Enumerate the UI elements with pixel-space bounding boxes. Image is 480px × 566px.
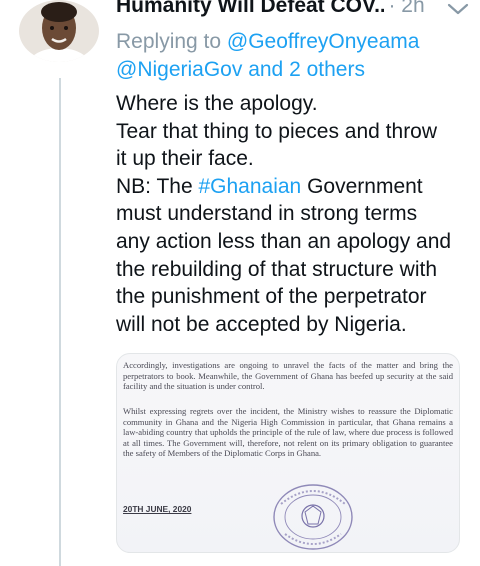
document-paragraph: Whilst expressing regrets over the incid… (123, 406, 453, 459)
tweet-line: will not be accepted by Nigeria. (116, 312, 407, 336)
replying-to-label: Replying to (116, 30, 222, 53)
tweet-line: Tear that thing to pieces and throw (116, 119, 438, 143)
document-date: 20TH JUNE, 2020 (123, 504, 192, 514)
mention-link[interactable]: @GeoffreyOnyeama (227, 30, 420, 53)
timestamp[interactable]: · 2h (388, 0, 424, 17)
avatar[interactable] (19, 0, 99, 62)
tweet-line: the punishment of the perpetrator (116, 285, 427, 309)
tweet-line: must understand in strong terms (116, 202, 418, 226)
ministry-seal-stamp (273, 484, 353, 550)
tweet-media-image[interactable]: Accordingly, investigations are ongoing … (116, 353, 460, 553)
tweet-line-suffix: Government (301, 174, 423, 198)
tweet-text: Where is the apology. Tear that thing to… (116, 90, 476, 338)
tweet-line: any action less than an apology and (116, 229, 452, 253)
tweet-header: Humanity Will Defeat COV... · 2h (116, 0, 480, 20)
replying-to: Replying to @GeoffreyOnyeama @NigeriaGov… (116, 28, 476, 84)
separator: · (388, 0, 396, 17)
document-paragraph: Accordingly, investigations are ongoing … (123, 360, 453, 392)
chevron-down-icon[interactable] (446, 0, 470, 20)
press-release-document: Accordingly, investigations are ongoing … (121, 358, 455, 550)
hashtag-link[interactable]: #Ghanaian (198, 175, 301, 198)
tweet-line: Where is the apology. (116, 92, 318, 115)
time-label: 2h (401, 0, 425, 17)
mention-others-link[interactable]: @NigeriaGov and 2 others (116, 58, 365, 81)
tweet-line: the rebuilding of that structure with (116, 257, 438, 281)
tweet-line-prefix: NB: The (116, 174, 199, 198)
display-name[interactable]: Humanity Will Defeat COV... (116, 0, 384, 18)
tweet-line: NB: The #Ghanaian Government (116, 173, 476, 201)
tweet-line: it up their face. (116, 147, 254, 171)
thread-connector-line (59, 78, 61, 566)
